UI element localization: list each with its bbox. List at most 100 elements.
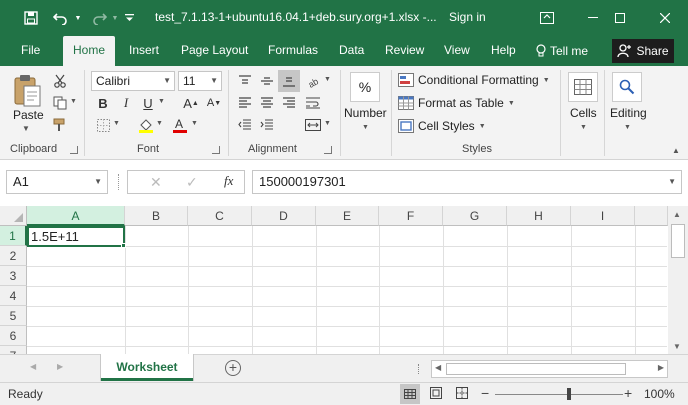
- merge-dropdown-icon[interactable]: ▼: [324, 120, 331, 127]
- align-right-icon[interactable]: [280, 94, 298, 112]
- close-icon[interactable]: [642, 0, 688, 36]
- save-icon[interactable]: [20, 0, 42, 36]
- paste-icon[interactable]: [10, 72, 44, 112]
- vertical-scrollbar[interactable]: ▲ ▼: [668, 206, 688, 354]
- fill-handle[interactable]: [121, 243, 126, 248]
- column-header-partial[interactable]: [635, 206, 668, 226]
- column-header-f[interactable]: F: [379, 206, 443, 226]
- tell-me-search[interactable]: Tell me: [536, 36, 588, 66]
- format-painter-icon[interactable]: [51, 116, 69, 134]
- formula-input[interactable]: 150000197301 ▼: [252, 170, 682, 194]
- editing-icon[interactable]: [612, 72, 642, 102]
- scroll-left-icon[interactable]: ◀: [435, 363, 441, 372]
- cells-dropdown-icon[interactable]: ▼: [580, 124, 587, 131]
- alignment-launcher-icon[interactable]: [324, 146, 332, 154]
- increase-font-size-icon[interactable]: A ▲: [182, 94, 200, 112]
- copy-icon[interactable]: [51, 94, 69, 112]
- copy-dropdown-icon[interactable]: ▼: [70, 98, 77, 105]
- row-header-7[interactable]: 7: [0, 346, 27, 354]
- row-header-5[interactable]: 5: [0, 306, 27, 326]
- top-align-icon[interactable]: [236, 72, 254, 90]
- enter-icon[interactable]: ✓: [186, 174, 198, 191]
- horizontal-scrollbar[interactable]: ◀ ▶: [431, 360, 668, 378]
- sign-in-link[interactable]: Sign in: [449, 10, 486, 24]
- insert-function-icon[interactable]: fx: [224, 173, 233, 189]
- underline-icon[interactable]: U: [139, 94, 157, 112]
- column-header-i[interactable]: I: [571, 206, 635, 226]
- scroll-up-icon[interactable]: ▲: [673, 210, 681, 219]
- vertical-scroll-thumb[interactable]: [671, 224, 685, 258]
- maximize-icon[interactable]: [597, 0, 643, 36]
- next-sheet-icon[interactable]: ▶: [57, 362, 63, 371]
- tab-page-layout[interactable]: Page Layout: [181, 36, 248, 66]
- zoom-out-icon[interactable]: −: [481, 385, 489, 401]
- format-as-table-button[interactable]: Format as Table ▼: [398, 93, 515, 113]
- horizontal-scroll-thumb[interactable]: [446, 363, 626, 375]
- borders-dropdown-icon[interactable]: ▼: [113, 120, 120, 127]
- align-left-icon[interactable]: [236, 94, 254, 112]
- row-header-2[interactable]: 2: [0, 246, 27, 266]
- tab-insert[interactable]: Insert: [129, 36, 159, 66]
- orientation-icon[interactable]: ab: [306, 72, 324, 90]
- page-break-preview-icon[interactable]: [456, 387, 468, 402]
- tab-review[interactable]: Review: [385, 36, 424, 66]
- tab-home[interactable]: Home: [63, 36, 116, 66]
- tab-split-handle[interactable]: [418, 364, 420, 374]
- zoom-in-icon[interactable]: +: [624, 385, 632, 401]
- redo-dropdown-icon[interactable]: ▼: [110, 0, 120, 36]
- cell-a1[interactable]: 1.5E+11: [27, 226, 125, 247]
- cells-icon[interactable]: [568, 72, 598, 102]
- font-size-combo[interactable]: 11 ▼: [178, 71, 222, 91]
- customize-quick-access-icon[interactable]: [122, 0, 136, 36]
- page-layout-view-icon[interactable]: [430, 387, 442, 402]
- font-color-dropdown-icon[interactable]: ▼: [191, 120, 198, 127]
- column-header-g[interactable]: G: [443, 206, 507, 226]
- font-color-icon[interactable]: A: [171, 116, 189, 134]
- undo-icon[interactable]: [50, 0, 72, 36]
- italic-icon[interactable]: I: [117, 94, 135, 112]
- number-dropdown-icon[interactable]: ▼: [362, 124, 369, 131]
- center-icon[interactable]: [258, 94, 276, 112]
- clipboard-launcher-icon[interactable]: [70, 146, 78, 154]
- wrap-text-icon[interactable]: [304, 94, 322, 112]
- scroll-right-icon[interactable]: ▶: [658, 363, 664, 372]
- row-header-1[interactable]: 1: [0, 226, 27, 246]
- worksheet-grid[interactable]: A B C D E F G H I 1 2 3 4 5 6 7 1.5E+11 …: [0, 204, 688, 354]
- tab-data[interactable]: Data: [339, 36, 364, 66]
- formula-splitter[interactable]: [118, 174, 120, 190]
- ribbon-display-options-icon[interactable]: [524, 0, 570, 36]
- row-header-3[interactable]: 3: [0, 266, 27, 286]
- tab-view[interactable]: View: [444, 36, 470, 66]
- paste-dropdown-icon[interactable]: ▼: [22, 124, 30, 133]
- fill-color-dropdown-icon[interactable]: ▼: [156, 120, 163, 127]
- new-sheet-icon[interactable]: +: [225, 360, 241, 376]
- row-header-6[interactable]: 6: [0, 326, 27, 346]
- cut-icon[interactable]: [51, 72, 69, 90]
- number-format-icon[interactable]: %: [350, 72, 380, 102]
- increase-indent-icon[interactable]: [258, 116, 276, 134]
- previous-sheet-icon[interactable]: ◀: [30, 362, 36, 371]
- tab-help[interactable]: Help: [491, 36, 516, 66]
- zoom-level[interactable]: 100%: [644, 387, 675, 401]
- column-header-c[interactable]: C: [188, 206, 252, 226]
- number-label[interactable]: Number: [344, 106, 387, 120]
- normal-view-icon[interactable]: [400, 384, 420, 404]
- column-header-d[interactable]: D: [252, 206, 316, 226]
- cells-label[interactable]: Cells: [570, 106, 597, 120]
- decrease-indent-icon[interactable]: [236, 116, 254, 134]
- middle-align-icon[interactable]: [258, 72, 276, 90]
- underline-dropdown-icon[interactable]: ▼: [158, 98, 165, 105]
- zoom-slider-thumb[interactable]: [567, 388, 571, 400]
- name-box[interactable]: A1 ▼: [6, 170, 108, 194]
- bold-icon[interactable]: B: [94, 94, 112, 112]
- cell-styles-button[interactable]: Cell Styles ▼: [398, 116, 486, 136]
- borders-icon[interactable]: [94, 116, 112, 134]
- row-header-4[interactable]: 4: [0, 286, 27, 306]
- tab-file[interactable]: File: [21, 36, 40, 66]
- cancel-icon[interactable]: ✕: [150, 174, 162, 191]
- column-header-a[interactable]: A: [27, 206, 125, 226]
- column-header-b[interactable]: B: [125, 206, 188, 226]
- bottom-align-icon[interactable]: [278, 70, 300, 92]
- merge-center-icon[interactable]: [304, 116, 322, 134]
- fill-color-icon[interactable]: [137, 116, 155, 134]
